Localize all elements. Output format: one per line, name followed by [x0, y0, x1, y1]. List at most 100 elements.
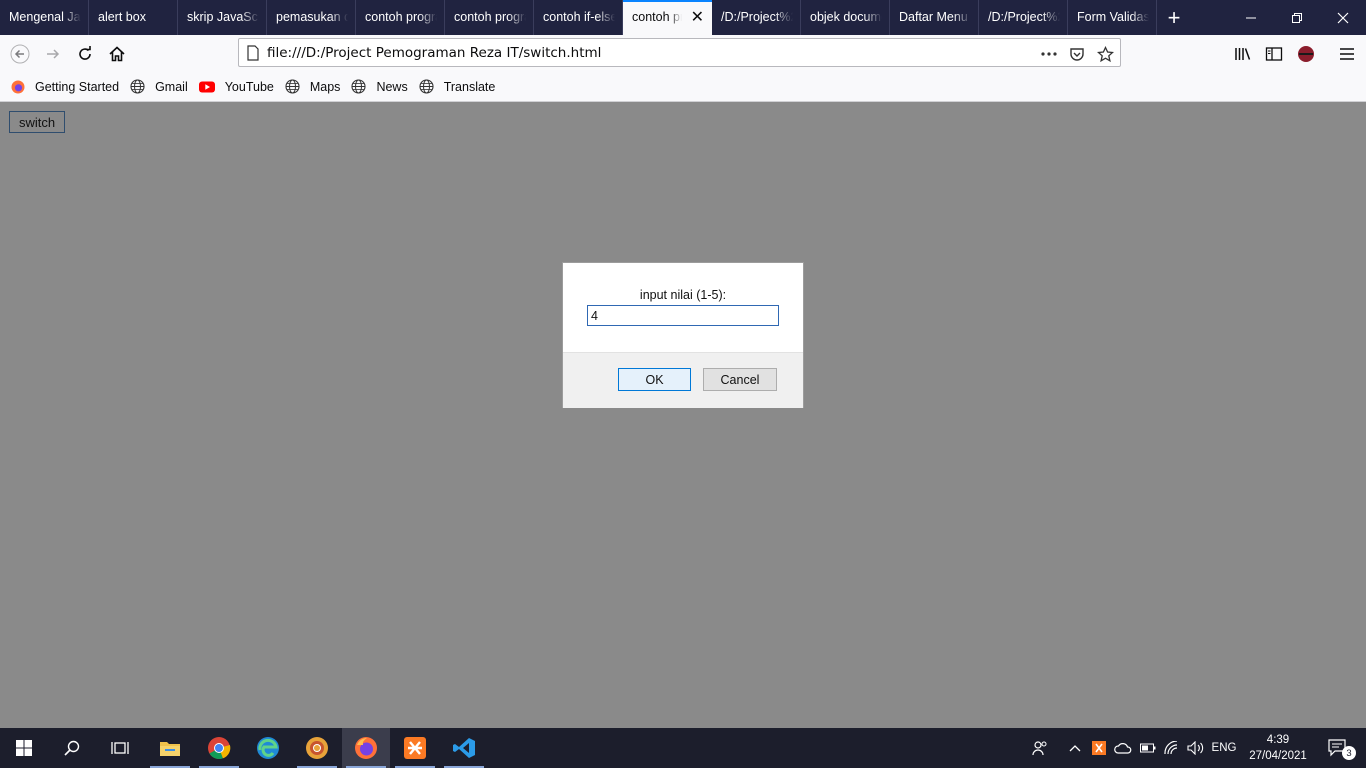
chrome-icon — [208, 737, 231, 760]
tab-title: contoh program — [454, 10, 526, 24]
wifi-icon[interactable] — [1161, 728, 1183, 768]
close-icon — [1337, 12, 1349, 23]
bookmark-label: News — [376, 79, 408, 94]
bookmark-maps[interactable]: Maps — [285, 79, 340, 94]
pocket-icon[interactable] — [1066, 43, 1088, 65]
tab-title: skrip JavaScript — [187, 10, 259, 24]
sidebar-icon — [1265, 47, 1283, 61]
bookmark-label: Getting Started — [35, 79, 120, 94]
onedrive-icon[interactable] — [1112, 728, 1134, 768]
clock-time: 4:39 — [1266, 734, 1290, 746]
reload-icon — [79, 46, 91, 60]
switch-button[interactable]: switch — [9, 111, 65, 133]
tab-title: pemasukan data — [276, 10, 348, 24]
tab-8[interactable]: /D:/Project%20 — [712, 0, 801, 35]
page-actions-icon[interactable] — [1038, 43, 1060, 65]
ok-button[interactable]: OK — [618, 368, 691, 391]
page-content: switch — [0, 102, 1366, 728]
bookmark-getting-started[interactable]: Getting Started — [11, 80, 119, 94]
chrome-canary-icon — [306, 737, 328, 759]
tab-10[interactable]: Daftar Menu — [890, 0, 979, 35]
volume-icon[interactable] — [1185, 728, 1207, 768]
menu-button[interactable] — [1332, 39, 1362, 69]
bookmark-label: YouTube — [224, 79, 274, 94]
start-button[interactable] — [0, 728, 48, 768]
action-center-button[interactable]: 3 — [1318, 728, 1358, 768]
sidebar-button[interactable] — [1259, 39, 1289, 69]
tab-strip: Mengenal JavaScript alert box skrip JavaSc… — [0, 0, 1366, 35]
url-text[interactable]: file:///D:/Project Pemograman Reza IT/sw… — [267, 45, 601, 61]
tab-title: contoh program — [365, 10, 437, 24]
bookmark-gmail[interactable]: Gmail — [130, 79, 188, 94]
tab-4[interactable]: contoh program — [356, 0, 445, 35]
tab-11[interactable]: /D:/Project%20 — [979, 0, 1068, 35]
home-button[interactable] — [102, 39, 132, 69]
close-tab-icon[interactable]: ✕ — [691, 10, 704, 26]
battery-icon[interactable] — [1137, 728, 1159, 768]
prompt-dialog: input nilai (1-5): 4 OK Cancel — [562, 262, 804, 408]
youtube-icon — [198, 81, 220, 93]
globe-icon — [130, 79, 150, 94]
minimize-button[interactable] — [1228, 0, 1274, 35]
forward-button[interactable] — [38, 39, 68, 69]
minimize-icon — [1246, 17, 1256, 18]
taskbar-vscode[interactable] — [440, 728, 488, 768]
taskbar-chrome[interactable] — [195, 728, 243, 768]
task-view-button[interactable] — [96, 728, 144, 768]
tab-6[interactable]: contoh if-else — [534, 0, 623, 35]
tab-7[interactable]: contoh program ✕ — [623, 0, 712, 35]
dialog-footer: OK Cancel — [563, 352, 803, 408]
clock[interactable]: 4:39 27/04/2021 — [1242, 732, 1314, 764]
account-button[interactable] — [1291, 39, 1321, 69]
tab-3[interactable]: pemasukan data — [267, 0, 356, 35]
bookmark-translate[interactable]: Translate — [419, 79, 496, 94]
tab-1[interactable]: alert box — [89, 0, 178, 35]
windows-start-icon — [16, 740, 32, 756]
show-hidden-icons-icon[interactable] — [1064, 728, 1086, 768]
address-bar[interactable]: file:///D:/Project Pemograman Reza IT/sw… — [238, 38, 1121, 67]
globe-icon — [285, 79, 305, 94]
clock-date: 27/04/2021 — [1249, 750, 1307, 762]
library-button[interactable] — [1228, 39, 1258, 69]
taskbar-xampp[interactable] — [391, 728, 439, 768]
file-explorer-icon — [160, 742, 180, 756]
maximize-button[interactable] — [1274, 0, 1320, 35]
tab-title: Form Validasi — [1077, 10, 1149, 24]
tab-9[interactable]: objek document — [801, 0, 890, 35]
bookmarks-toolbar: Getting Started Gmail YouTube Maps News Trans… — [0, 72, 1366, 102]
taskbar-edge[interactable] — [244, 728, 292, 768]
hamburger-menu-icon — [1340, 48, 1354, 60]
globe-icon — [351, 79, 371, 94]
tab-title: contoh if-else — [543, 10, 615, 24]
taskbar-firefox[interactable] — [342, 728, 390, 768]
bookmark-youtube[interactable]: YouTube — [198, 79, 274, 94]
search-button[interactable] — [48, 728, 96, 768]
tab-title: objek document — [810, 10, 882, 24]
cancel-button[interactable]: Cancel — [703, 368, 777, 391]
tab-title: alert box — [98, 10, 146, 24]
nav-toolbar: file:///D:/Project Pemograman Reza IT/sw… — [0, 35, 1366, 72]
taskbar-chrome-canary[interactable] — [293, 728, 341, 768]
bookmark-news[interactable]: News — [351, 79, 408, 94]
taskbar-file-explorer[interactable] — [146, 728, 194, 768]
reload-button[interactable] — [70, 39, 100, 69]
prompt-message: input nilai (1-5): — [639, 288, 727, 302]
tab-0[interactable]: Mengenal JavaScript — [0, 0, 89, 35]
people-icon[interactable] — [1028, 728, 1052, 768]
close-window-button[interactable] — [1320, 0, 1366, 35]
xampp-tray-icon[interactable] — [1089, 728, 1109, 768]
bookmark-label: Translate — [443, 79, 496, 94]
tab-12[interactable]: Form Validasi — [1068, 0, 1157, 35]
library-icon — [1235, 48, 1251, 60]
tab-5[interactable]: contoh program — [445, 0, 534, 35]
prompt-input[interactable]: 4 — [587, 305, 779, 326]
edge-icon — [257, 737, 279, 759]
search-icon — [64, 740, 80, 756]
new-tab-button[interactable]: + — [1157, 0, 1191, 35]
taskbar: ENG 4:39 27/04/2021 3 — [0, 728, 1366, 768]
back-button[interactable] — [5, 39, 35, 69]
tab-2[interactable]: skrip JavaScript — [178, 0, 267, 35]
bookmark-star-icon[interactable] — [1094, 43, 1116, 65]
language-indicator[interactable]: ENG — [1209, 728, 1239, 768]
vscode-icon — [453, 738, 475, 758]
